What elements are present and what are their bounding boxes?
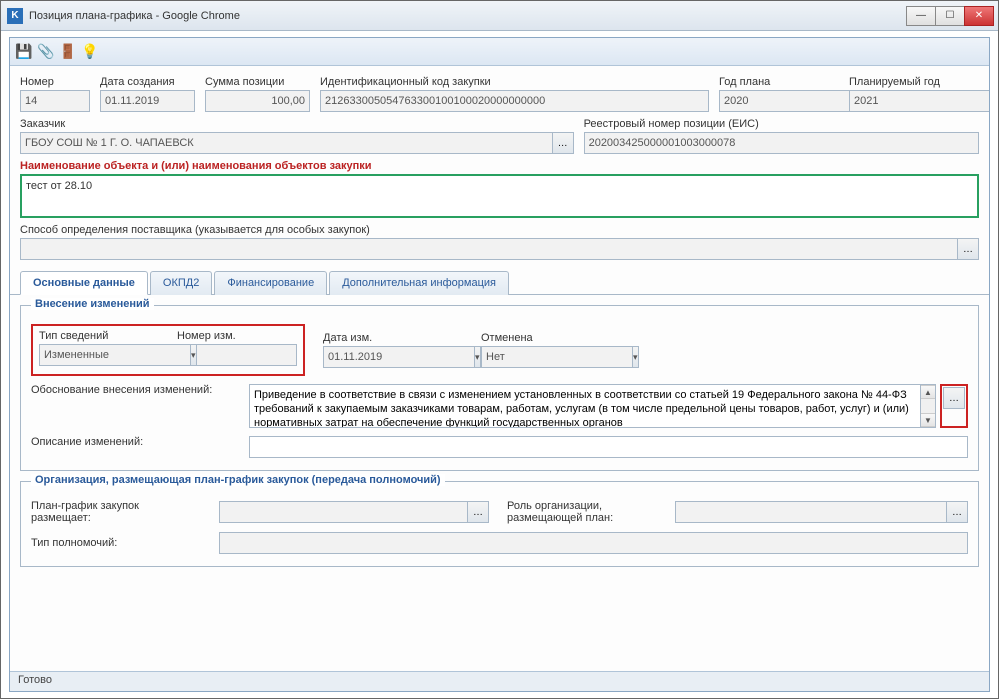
regnum-label: Реестровый номер позиции (ЕИС): [584, 118, 979, 130]
ikz-label: Идентификационный код закупки: [320, 76, 709, 88]
customer-lookup-button[interactable]: …: [552, 132, 574, 154]
planned-year-label: Планируемый год: [849, 76, 979, 88]
plan-year-label: Год плана: [719, 76, 839, 88]
desc-label: Описание изменений:: [31, 436, 143, 448]
auth-type-label: Тип полномочий:: [31, 537, 117, 549]
changes-group: Внесение изменений Тип сведений ▾: [20, 305, 979, 471]
change-num-label: Номер изм.: [177, 330, 297, 342]
exit-icon[interactable]: 🚪: [60, 44, 76, 60]
org-role-label: Роль организации, размещающей план:: [507, 500, 613, 524]
sum-field[interactable]: [205, 90, 310, 112]
number-label: Номер: [20, 76, 90, 88]
cancel-field[interactable]: [481, 346, 633, 368]
reason-label: Обоснование внесения изменений:: [31, 384, 212, 396]
auth-type-field[interactable]: [219, 532, 968, 554]
reason-scrollbar[interactable]: ▲ ▼: [920, 384, 936, 428]
plan-place-field[interactable]: [219, 501, 468, 523]
type-dropdown-icon[interactable]: ▾: [191, 344, 197, 366]
change-date-label: Дата изм.: [323, 332, 463, 344]
object-name-field[interactable]: тест от 28.10: [20, 174, 979, 218]
change-date-field[interactable]: [323, 346, 475, 368]
planned-year-field[interactable]: [849, 90, 990, 112]
tab-okpd2[interactable]: ОКПД2: [150, 271, 212, 295]
change-date-calendar-icon[interactable]: ▾: [475, 346, 481, 368]
status-bar: Готово: [10, 671, 989, 691]
type-label: Тип сведений: [39, 330, 159, 342]
cancel-label: Отменена: [481, 332, 591, 344]
plan-place-label: План-график закупок размещает:: [31, 500, 139, 524]
tab-finance[interactable]: Финансирование: [214, 271, 327, 295]
reason-lookup-button[interactable]: …: [943, 387, 965, 409]
regnum-field[interactable]: [584, 132, 979, 154]
customer-label: Заказчик: [20, 118, 574, 130]
window-title: Позиция плана-графика - Google Chrome: [29, 10, 906, 22]
supplier-label: Способ определения поставщика (указывает…: [20, 224, 979, 236]
created-label: Дата создания: [100, 76, 195, 88]
scroll-down-icon[interactable]: ▼: [921, 413, 935, 427]
close-button[interactable]: ✕: [964, 6, 994, 26]
tab-main[interactable]: Основные данные: [20, 271, 148, 295]
attachment-icon[interactable]: 📎: [38, 44, 54, 60]
sum-label: Сумма позиции: [205, 76, 310, 88]
object-name-label: Наименование объекта и (или) наименовани…: [20, 160, 979, 172]
help-icon[interactable]: 💡: [82, 44, 98, 60]
ikz-field[interactable]: [320, 90, 709, 112]
created-field[interactable]: [100, 90, 195, 112]
titlebar: K Позиция плана-графика - Google Chrome …: [1, 1, 998, 31]
minimize-button[interactable]: —: [906, 6, 936, 26]
org-role-field[interactable]: [675, 501, 947, 523]
maximize-button[interactable]: ☐: [935, 6, 965, 26]
changes-group-title: Внесение изменений: [31, 298, 154, 310]
customer-field[interactable]: [20, 132, 553, 154]
scroll-up-icon[interactable]: ▲: [921, 385, 935, 399]
supplier-field[interactable]: [20, 238, 958, 260]
status-text: Готово: [18, 674, 52, 686]
tab-additional[interactable]: Дополнительная информация: [329, 271, 509, 295]
supplier-lookup-button[interactable]: …: [957, 238, 979, 260]
org-group-title: Организация, размещающая план-график зак…: [31, 474, 445, 486]
main-window: K Позиция плана-графика - Google Chrome …: [0, 0, 999, 699]
org-role-lookup-button[interactable]: …: [946, 501, 968, 523]
reason-field[interactable]: Приведение в соответствие в связи с изме…: [249, 384, 921, 428]
toolbar: 💾 📎 🚪 💡: [10, 38, 989, 66]
tabs: Основные данные ОКПД2 Финансирование Доп…: [10, 270, 989, 295]
desc-field[interactable]: [249, 436, 968, 458]
plan-place-lookup-button[interactable]: …: [467, 501, 489, 523]
type-field[interactable]: [39, 344, 191, 366]
app-icon: K: [7, 8, 23, 24]
save-icon[interactable]: 💾: [16, 44, 32, 60]
org-group: Организация, размещающая план-график зак…: [20, 481, 979, 567]
cancel-dropdown-icon[interactable]: ▾: [633, 346, 639, 368]
number-field[interactable]: [20, 90, 90, 112]
